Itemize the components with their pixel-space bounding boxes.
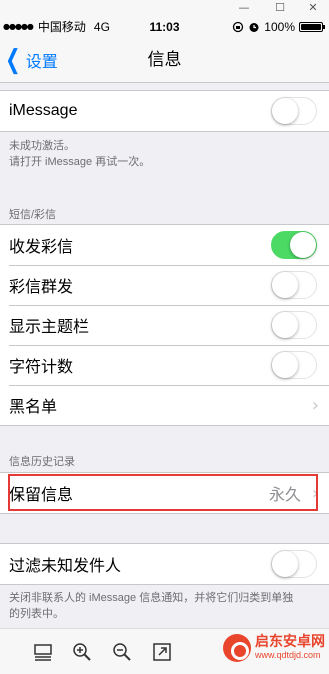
subject-field-row: 显示主题栏 xyxy=(0,305,329,345)
subject-field-label: 显示主题栏 xyxy=(9,319,90,336)
character-count-label: 字符计数 xyxy=(9,359,74,376)
navigation-bar: ❮ 设置 信息 xyxy=(0,37,329,83)
zoom-in-icon[interactable] xyxy=(71,641,93,663)
group-mms-row: 彩信群发 xyxy=(0,265,329,305)
watermark: 启东安卓网 www.qdtdjd.com xyxy=(223,634,325,662)
blacklist-row[interactable]: 黑名单 › xyxy=(0,385,329,425)
watermark-logo-icon xyxy=(223,634,251,662)
filter-group: 过滤未知发件人 xyxy=(0,543,329,585)
imessage-note-line2: 请打开 iMessage 再试一次。 xyxy=(9,156,151,168)
filter-note: 关闭非联系人的 iMessage 信息通知，并将它们归类到单独 的列表中。 xyxy=(9,590,293,622)
alarm-icon xyxy=(249,23,259,32)
filter-note-line1: 关闭非联系人的 iMessage 信息通知，并将它们归类到单独 xyxy=(9,592,294,604)
close-icon[interactable]: ✕ xyxy=(305,1,321,15)
fullscreen-icon[interactable] xyxy=(151,641,173,663)
minimize-icon[interactable]: — xyxy=(236,1,252,15)
imessage-label: iMessage xyxy=(9,102,78,119)
filter-note-line2: 的列表中。 xyxy=(9,608,64,620)
battery-percent: 100% xyxy=(264,20,295,34)
maximize-icon[interactable]: ☐ xyxy=(272,1,288,15)
mms-row: 收发彩信 xyxy=(0,225,329,265)
watermark-url: www.qdtdjd.com xyxy=(255,650,321,660)
rotation-lock-icon xyxy=(233,21,244,33)
mms-label: 收发彩信 xyxy=(9,239,74,256)
battery-icon xyxy=(299,22,325,32)
character-count-row: 字符计数 xyxy=(0,345,329,385)
filter-unknown-senders-label: 过滤未知发件人 xyxy=(9,558,122,575)
sms-section-header: 短信/彩信 xyxy=(9,209,57,221)
group-mms-toggle[interactable] xyxy=(271,271,317,299)
group-mms-label: 彩信群发 xyxy=(9,279,74,296)
chevron-right-icon: › xyxy=(311,394,319,416)
filter-unknown-senders-row: 过滤未知发件人 xyxy=(0,544,329,584)
imessage-group: iMessage xyxy=(0,90,329,132)
filter-unknown-senders-toggle[interactable] xyxy=(271,550,317,578)
imessage-row: iMessage xyxy=(0,91,329,131)
highlight-annotation xyxy=(8,474,318,511)
subject-field-toggle[interactable] xyxy=(271,311,317,339)
layout-icon[interactable] xyxy=(32,641,54,663)
history-section-header: 信息历史记录 xyxy=(9,456,75,468)
zoom-out-icon[interactable] xyxy=(111,641,133,663)
character-count-toggle[interactable] xyxy=(271,351,317,379)
status-bar: ●●●●● 中国移动 4G 11:03 100% xyxy=(0,17,329,37)
imessage-note-line1: 未成功激活。 xyxy=(9,140,75,152)
imessage-toggle[interactable] xyxy=(271,97,317,125)
mms-toggle[interactable] xyxy=(271,231,317,259)
watermark-name: 启东安卓网 xyxy=(255,633,325,649)
page-title: 信息 xyxy=(147,50,182,69)
imessage-note: 未成功激活。 请打开 iMessage 再试一次。 xyxy=(9,138,150,170)
sms-group: 收发彩信 彩信群发 显示主题栏 字符计数 黑名单 › xyxy=(0,224,329,426)
blacklist-label: 黑名单 xyxy=(9,399,58,416)
window-strip: — ☐ ✕ xyxy=(0,0,329,17)
